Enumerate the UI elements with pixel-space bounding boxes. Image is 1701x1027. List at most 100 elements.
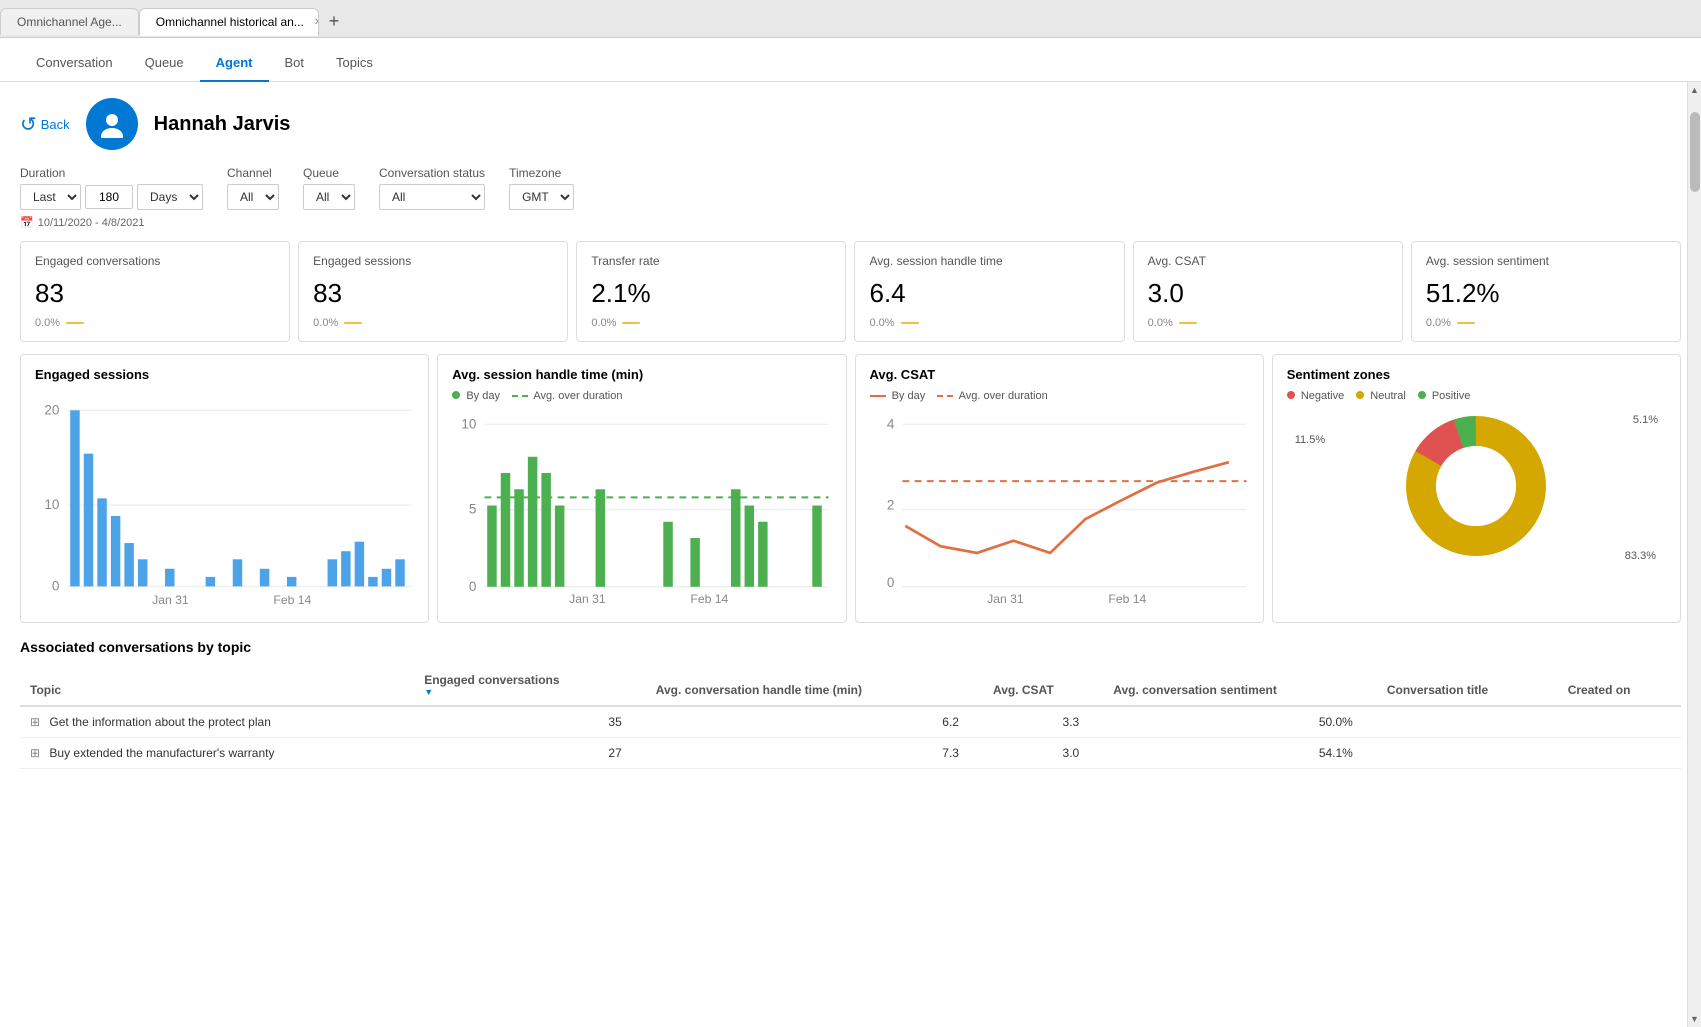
queue-select[interactable]: All	[303, 184, 355, 210]
col-avg-sentiment: Avg. conversation sentiment	[1103, 665, 1377, 706]
col-engaged-conv[interactable]: Engaged conversations ▼	[414, 665, 646, 706]
sentiment-positive-pct: 5.1%	[1633, 414, 1658, 426]
legend-csat-avg-dash	[937, 395, 953, 397]
expand-icon[interactable]: ⊞	[30, 746, 40, 760]
duration-preset-select[interactable]: Last	[20, 184, 81, 210]
table-row: ⊞ Get the information about the protect …	[20, 706, 1681, 738]
kpi-engaged-sessions-value: 83	[313, 278, 553, 309]
legend-avg-dash	[512, 395, 528, 397]
svg-text:0: 0	[886, 575, 894, 590]
date-range: 📅 10/11/2020 - 4/8/2021	[20, 216, 1681, 229]
kpi-avg-handle-time: Avg. session handle time 6.4 0.0%	[854, 241, 1124, 342]
tab-1[interactable]: Omnichannel Age...	[0, 8, 139, 35]
legend-positive-label: Positive	[1432, 390, 1471, 402]
kpi-avg-csat-trend	[1179, 322, 1197, 324]
cell-avg-handle: 7.3	[646, 737, 983, 768]
scrollbar-thumb[interactable]	[1690, 112, 1700, 192]
tab-2[interactable]: Omnichannel historical an... ✕	[139, 8, 319, 36]
tab-1-label: Omnichannel Age...	[17, 15, 122, 29]
chart-sentiment: Sentiment zones Negative Neutral Positiv…	[1272, 354, 1681, 623]
conversations-table: Topic Engaged conversations ▼ Avg. conve…	[20, 665, 1681, 769]
col-avg-csat-label: Avg. CSAT	[993, 683, 1054, 697]
kpi-engaged-sessions-trend	[344, 322, 362, 324]
col-topic: Topic	[20, 665, 414, 706]
kpi-avg-handle-time-pct: 0.0%	[869, 317, 894, 329]
chart-sentiment-title: Sentiment zones	[1287, 367, 1666, 382]
svg-text:Jan 31: Jan 31	[987, 592, 1024, 604]
kpi-row: Engaged conversations 83 0.0% Engaged se…	[20, 241, 1681, 342]
kpi-engaged-conversations-trend	[66, 322, 84, 324]
kpi-engaged-conversations-title: Engaged conversations	[35, 254, 275, 268]
kpi-avg-sentiment-pct: 0.0%	[1426, 317, 1451, 329]
cell-engaged-conv: 27	[414, 737, 646, 768]
svg-text:Feb 14: Feb 14	[273, 593, 311, 607]
add-tab-button[interactable]: +	[319, 11, 350, 32]
nav-bot[interactable]: Bot	[269, 45, 321, 82]
svg-text:20: 20	[44, 402, 59, 417]
timezone-filter: Timezone GMT	[509, 166, 574, 210]
cell-avg-sentiment: 54.1%	[1103, 737, 1377, 768]
kpi-transfer-rate: Transfer rate 2.1% 0.0%	[576, 241, 846, 342]
channel-label: Channel	[227, 166, 279, 180]
col-topic-label: Topic	[30, 683, 61, 697]
channel-filter: Channel All	[227, 166, 279, 210]
chart-avg-handle-legend: By day Avg. over duration	[452, 390, 831, 402]
timezone-select[interactable]: GMT	[509, 184, 574, 210]
kpi-engaged-conversations-pct: 0.0%	[35, 317, 60, 329]
svg-text:2: 2	[886, 498, 894, 513]
back-button[interactable]: ↺ Back	[20, 112, 70, 137]
col-created-on: Created on	[1558, 665, 1681, 706]
legend-neutral-label: Neutral	[1370, 390, 1405, 402]
col-conv-title: Conversation title	[1377, 665, 1558, 706]
col-avg-handle: Avg. conversation handle time (min)	[646, 665, 983, 706]
conv-status-filter: Conversation status All	[379, 166, 485, 210]
svg-text:10: 10	[44, 497, 59, 512]
chart-avg-csat-legend: By day Avg. over duration	[870, 390, 1249, 402]
kpi-avg-csat-value: 3.0	[1148, 278, 1388, 309]
channel-select[interactable]: All	[227, 184, 279, 210]
back-label: Back	[41, 117, 70, 132]
conv-status-select[interactable]: All	[379, 184, 485, 210]
cell-avg-csat: 3.0	[983, 737, 1103, 768]
donut-container: 5.1% 11.5% 83.3%	[1287, 406, 1666, 566]
cell-engaged-conv: 35	[414, 706, 646, 738]
cell-avg-handle: 6.2	[646, 706, 983, 738]
main-nav: Conversation Queue Agent Bot Topics	[0, 38, 1701, 82]
calendar-icon: 📅	[20, 216, 34, 229]
legend-negative-label: Negative	[1301, 390, 1344, 402]
kpi-avg-sentiment: Avg. session sentiment 51.2% 0.0%	[1411, 241, 1681, 342]
chart-engaged-sessions-title: Engaged sessions	[35, 367, 414, 382]
legend-by-day-dot	[452, 391, 460, 399]
legend-negative-dot	[1287, 391, 1295, 399]
chart-avg-handle: Avg. session handle time (min) By day Av…	[437, 354, 846, 623]
nav-agent[interactable]: Agent	[200, 45, 269, 82]
nav-conversation[interactable]: Conversation	[20, 45, 129, 82]
svg-text:10: 10	[462, 416, 477, 431]
nav-queue[interactable]: Queue	[129, 45, 200, 82]
tab-2-label: Omnichannel historical an...	[156, 15, 304, 29]
date-range-text: 10/11/2020 - 4/8/2021	[38, 217, 145, 229]
col-created-on-label: Created on	[1568, 683, 1631, 697]
kpi-engaged-conversations: Engaged conversations 83 0.0%	[20, 241, 290, 342]
scroll-up-button[interactable]: ▲	[1688, 82, 1701, 98]
legend-by-day-label: By day	[466, 390, 500, 402]
svg-text:Jan 31: Jan 31	[569, 592, 606, 604]
kpi-avg-sentiment-trend	[1457, 322, 1475, 324]
sentiment-negative-pct: 11.5%	[1295, 434, 1325, 446]
nav-topics[interactable]: Topics	[320, 45, 389, 82]
chart-row: Engaged sessions 20 10 0	[20, 354, 1681, 623]
avg-csat-svg: 4 2 0 Jan 31 Feb 14	[870, 408, 1249, 604]
cell-created-on	[1558, 706, 1681, 738]
duration-value-input[interactable]	[85, 185, 133, 209]
cell-conv-title	[1377, 737, 1558, 768]
sentiment-neutral-pct: 83.3%	[1625, 550, 1656, 562]
legend-csat-avg-label: Avg. over duration	[959, 390, 1048, 402]
chart-avg-csat-title: Avg. CSAT	[870, 367, 1249, 382]
kpi-avg-csat: Avg. CSAT 3.0 0.0%	[1133, 241, 1403, 342]
kpi-transfer-rate-trend	[622, 322, 640, 324]
expand-icon[interactable]: ⊞	[30, 715, 40, 729]
scrollbar[interactable]: ▲ ▼	[1687, 82, 1701, 1027]
duration-unit-select[interactable]: Days	[137, 184, 203, 210]
scroll-down-button[interactable]: ▼	[1688, 1011, 1701, 1027]
col-avg-sentiment-label: Avg. conversation sentiment	[1113, 683, 1277, 697]
